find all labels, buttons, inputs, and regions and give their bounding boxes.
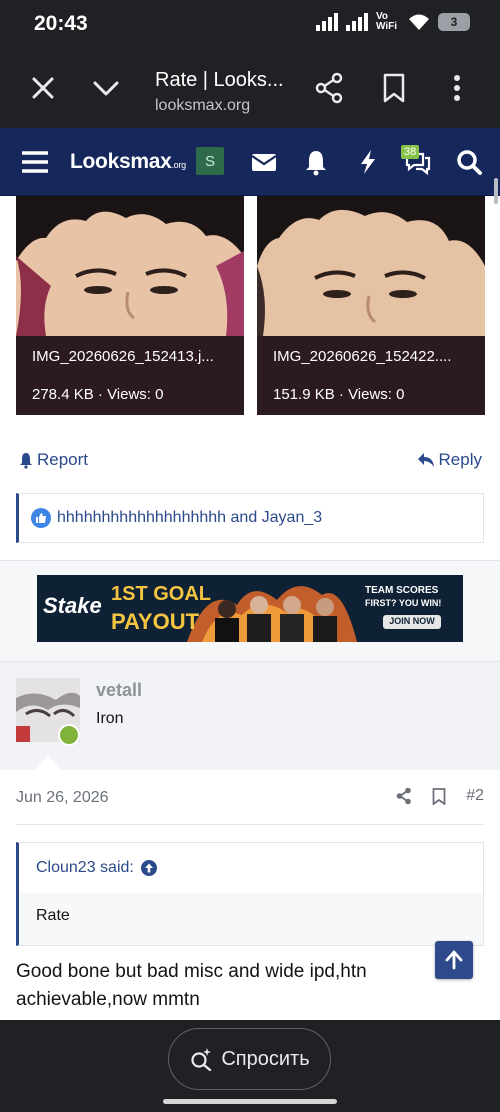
- attachment-views: Views: 0: [107, 386, 164, 403]
- attachment-thumbnail[interactable]: IMG_20260626_152413.j... 278.4 KB · View…: [16, 196, 244, 415]
- quote-block: Cloun23 said: Rate: [16, 842, 484, 946]
- share-icon[interactable]: [396, 787, 412, 805]
- thread-content: IMG_20260626_152413.j... 278.4 KB · View…: [0, 196, 500, 1020]
- report-label: Report: [37, 450, 89, 469]
- bell-icon[interactable]: [302, 148, 330, 176]
- arrow-up-icon: [445, 950, 463, 970]
- post-date[interactable]: Jun 26, 2026: [16, 789, 109, 807]
- post-username[interactable]: vetall: [96, 680, 142, 701]
- photo-image: [257, 196, 485, 336]
- mail-icon[interactable]: [250, 148, 278, 176]
- attachment-meta: 278.4 KB · Views: 0: [32, 386, 164, 403]
- arrow-up-circle-icon: [140, 860, 157, 876]
- vowifi-label: Vo WiFi: [376, 11, 398, 32]
- more-options-icon[interactable]: [441, 72, 473, 104]
- attachment-size: 151.9 KB: [273, 386, 335, 403]
- tab-url[interactable]: looksmax.org: [155, 97, 250, 115]
- site-nav: Looksmax.org: [0, 128, 500, 196]
- ask-button[interactable]: Спросить: [168, 1028, 331, 1090]
- attachment-meta: 151.9 KB · Views: 0: [273, 386, 405, 403]
- ad-headline-1: 1ST GOAL: [111, 583, 212, 605]
- status-time: 20:43: [34, 12, 88, 35]
- user-title: Iron: [96, 710, 124, 727]
- like-icon: [31, 508, 51, 528]
- share-icon[interactable]: [314, 72, 346, 104]
- photo-image: [16, 196, 244, 336]
- search-icon[interactable]: [455, 148, 483, 176]
- ad-container: Stake 1ST GOAL PAYOUT TEAM SCORES FIRST?…: [0, 560, 500, 662]
- battery-icon: 3: [438, 13, 470, 31]
- reply-link[interactable]: Reply: [417, 450, 482, 470]
- bookmark-icon[interactable]: [432, 787, 446, 805]
- sparkle-search-icon: [191, 1048, 212, 1071]
- tab-title: Rate | Looks...: [155, 69, 284, 91]
- ad-side-2: FIRST? YOU WIN!: [365, 598, 442, 608]
- conversations-badge: 38: [401, 145, 420, 159]
- report-link[interactable]: Report: [18, 450, 88, 470]
- attachment-filename: IMG_20260626_152422....: [273, 348, 452, 365]
- post-user-header: vetall Iron: [0, 662, 500, 770]
- logo-main: Looksmax: [70, 150, 172, 173]
- attachment-thumbnail[interactable]: IMG_20260626_152422.... 151.9 KB · Views…: [257, 196, 485, 415]
- attachment-size: 278.4 KB: [32, 386, 94, 403]
- signal-icon: [316, 13, 338, 31]
- ad-headline-2: PAYOUT: [111, 609, 200, 634]
- scrollbar[interactable]: [494, 178, 498, 204]
- reactions-bar[interactable]: hhhhhhhhhhhhhhhhhhh and Jayan_3: [16, 493, 484, 543]
- attachment-views: Views: 0: [348, 386, 405, 403]
- ad-cta: JOIN NOW: [389, 616, 435, 626]
- wifi-icon: [409, 14, 429, 30]
- signal-icon-2: [346, 13, 368, 31]
- post-pointer: [34, 756, 62, 770]
- site-logo[interactable]: Looksmax.org: [70, 150, 186, 174]
- post-meta-actions: #2: [396, 787, 484, 805]
- attachment-filename: IMG_20260626_152413.j...: [32, 348, 214, 365]
- chevron-down-icon[interactable]: [90, 72, 122, 104]
- reply-label: Reply: [438, 450, 482, 469]
- ad-banner[interactable]: Stake 1ST GOAL PAYOUT TEAM SCORES FIRST?…: [37, 575, 463, 642]
- hamburger-menu-icon[interactable]: [21, 148, 49, 176]
- post-body: Good bone but bad misc and wide ipd,htn …: [16, 961, 367, 1010]
- reactions-text: hhhhhhhhhhhhhhhhhhh and Jayan_3: [57, 509, 323, 526]
- ad-side-1: TEAM SCORES: [365, 585, 439, 596]
- quote-text: Rate: [36, 907, 70, 924]
- home-indicator[interactable]: [163, 1099, 337, 1104]
- divider: [16, 824, 484, 825]
- reply-icon: [417, 453, 434, 467]
- online-status-indicator: [58, 724, 80, 746]
- status-bar: 20:43 Vo WiFi 3: [0, 0, 500, 50]
- scroll-to-top-button[interactable]: [435, 941, 473, 979]
- lightning-icon[interactable]: [354, 148, 382, 176]
- post-number[interactable]: #2: [466, 787, 484, 805]
- close-icon[interactable]: [27, 72, 59, 104]
- browser-toolbar: Rate | Looks... looksmax.org: [0, 50, 500, 128]
- ask-label: Спросить: [221, 1047, 310, 1070]
- ad-brand: Stake: [43, 593, 102, 618]
- bottom-bar: Спросить: [0, 1020, 500, 1112]
- status-icons: Vo WiFi 3: [316, 12, 470, 32]
- quote-header[interactable]: Cloun23 said:: [19, 843, 483, 893]
- style-switch-button[interactable]: S: [196, 147, 224, 175]
- bell-icon: [20, 452, 32, 469]
- quote-author: Cloun23 said:: [36, 859, 134, 876]
- bookmark-icon[interactable]: [378, 72, 410, 104]
- logo-suffix: .org: [171, 160, 186, 170]
